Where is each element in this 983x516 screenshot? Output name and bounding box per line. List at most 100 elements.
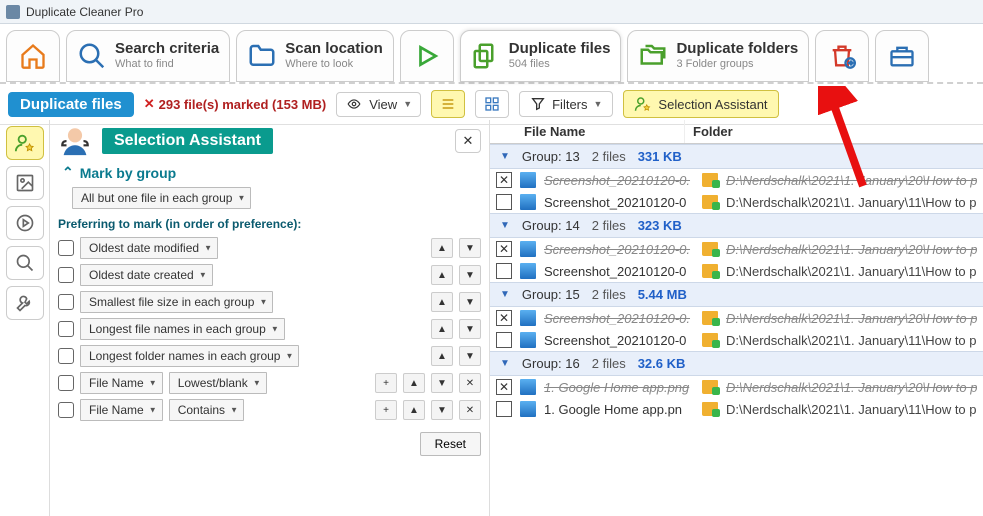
remove-button[interactable]: ✕ — [459, 373, 481, 393]
criterion-dropdown[interactable]: Oldest date modified — [80, 237, 218, 259]
close-panel-button[interactable]: ✕ — [455, 129, 481, 153]
move-up-button[interactable]: ▲ — [431, 238, 453, 258]
criterion-checkbox[interactable] — [58, 375, 74, 391]
group-file-count: 2 files — [592, 149, 626, 164]
mark-checkbox[interactable] — [496, 263, 512, 279]
group-header[interactable]: ▼ Group: 16 2 files 32.6 KB — [490, 351, 983, 376]
file-row[interactable]: Screenshot_20210120-0 D:\Nerdschalk\2021… — [490, 260, 983, 282]
collapse-triangle-icon: ▼ — [500, 289, 510, 300]
mark-checkbox[interactable] — [496, 332, 512, 348]
file-row[interactable]: Screenshot_20210120-0 D:\Nerdschalk\2021… — [490, 329, 983, 351]
criterion-checkbox[interactable] — [58, 348, 74, 364]
col-folder[interactable]: Folder — [685, 120, 983, 143]
move-up-button[interactable]: ▲ — [431, 292, 453, 312]
criterion-dropdown[interactable]: Smallest file size in each group — [80, 291, 273, 313]
col-file-name[interactable]: File Name — [490, 120, 685, 143]
side-search[interactable] — [6, 246, 44, 280]
person-star-icon — [14, 132, 36, 154]
move-down-button[interactable]: ▼ — [459, 238, 481, 258]
remove-button[interactable]: ✕ — [459, 400, 481, 420]
group-label: Group: 13 — [522, 149, 580, 164]
file-row[interactable]: ✕ Screenshot_20210120-0. D:\Nerdschalk\2… — [490, 169, 983, 191]
mark-checkbox[interactable] — [496, 194, 512, 210]
criterion-dropdown[interactable]: Oldest date created — [80, 264, 213, 286]
eye-icon — [345, 97, 363, 111]
move-up-button[interactable]: ▲ — [403, 400, 425, 420]
move-down-button[interactable]: ▼ — [431, 400, 453, 420]
folder-cell: D:\Nerdschalk\2021\1. January\20\How to … — [726, 380, 977, 395]
collapse-icon: ⌃ — [62, 164, 74, 181]
criterion-checkbox[interactable] — [58, 402, 74, 418]
image-icon — [15, 173, 35, 193]
criterion-checkbox[interactable] — [58, 294, 74, 310]
add-button[interactable]: + — [375, 400, 397, 420]
move-up-button[interactable]: ▲ — [431, 346, 453, 366]
titlebar: Duplicate Cleaner Pro — [0, 0, 983, 24]
side-selection-assistant[interactable] — [6, 126, 44, 160]
panel-title: Selection Assistant — [102, 128, 273, 154]
mark-checkbox[interactable]: ✕ — [496, 379, 512, 395]
tab-title: Duplicate files — [509, 40, 611, 58]
duplicate-folders-tab[interactable]: Duplicate folders 3 Folder groups — [627, 30, 809, 82]
file-row[interactable]: ✕ 1. Google Home app.png D:\Nerdschalk\2… — [490, 376, 983, 398]
group-header[interactable]: ▼ Group: 13 2 files 331 KB — [490, 144, 983, 169]
selection-assistant-panel: Selection Assistant ✕ ⌃ Mark by group Al… — [50, 120, 490, 516]
add-button[interactable]: + — [375, 373, 397, 393]
toolbox-tab[interactable] — [875, 30, 929, 82]
selection-assistant-button[interactable]: Selection Assistant — [623, 90, 778, 118]
group-mode-dropdown[interactable]: All but one file in each group — [72, 187, 251, 209]
criterion-checkbox[interactable] — [58, 267, 74, 283]
tab-title: Scan location — [285, 40, 383, 58]
mark-checkbox[interactable]: ✕ — [496, 241, 512, 257]
criterion-dropdown[interactable]: Longest file names in each group — [80, 318, 285, 340]
criterion-dropdown[interactable]: Longest folder names in each group — [80, 345, 299, 367]
criterion-operator-dropdown[interactable]: Contains — [169, 399, 244, 421]
folder-path-icon — [702, 173, 718, 187]
side-image-preview[interactable] — [6, 166, 44, 200]
criterion-row: Oldest date modified ▲ ▼ — [58, 237, 481, 259]
criterion-checkbox[interactable] — [58, 321, 74, 337]
list-view-button[interactable] — [431, 90, 465, 118]
side-media-preview[interactable] — [6, 206, 44, 240]
view-dropdown[interactable]: View ▼ — [336, 92, 421, 117]
home-tab[interactable] — [6, 30, 60, 82]
move-down-button[interactable]: ▼ — [459, 265, 481, 285]
criterion-operator-dropdown[interactable]: Lowest/blank — [169, 372, 267, 394]
file-row[interactable]: 1. Google Home app.pn D:\Nerdschalk\2021… — [490, 398, 983, 420]
move-up-button[interactable]: ▲ — [431, 319, 453, 339]
move-up-button[interactable]: ▲ — [403, 373, 425, 393]
mark-checkbox[interactable]: ✕ — [496, 310, 512, 326]
scan-location-tab[interactable]: Scan location Where to look — [236, 30, 394, 82]
tab-subtitle: Where to look — [285, 58, 383, 71]
delete-tab[interactable] — [815, 30, 869, 82]
move-down-button[interactable]: ▼ — [459, 319, 481, 339]
run-tab[interactable] — [400, 30, 454, 82]
criterion-field-dropdown[interactable]: File Name — [80, 399, 163, 421]
file-row[interactable]: Screenshot_20210120-0 D:\Nerdschalk\2021… — [490, 191, 983, 213]
file-row[interactable]: ✕ Screenshot_20210120-0. D:\Nerdschalk\2… — [490, 307, 983, 329]
mark-checkbox[interactable]: ✕ — [496, 172, 512, 188]
group-header[interactable]: ▼ Group: 14 2 files 323 KB — [490, 213, 983, 238]
search-criteria-tab[interactable]: Search criteria What to find — [66, 30, 230, 82]
criterion-row: Longest file names in each group ▲ ▼ — [58, 318, 481, 340]
sel-assist-label: Selection Assistant — [658, 97, 767, 112]
move-up-button[interactable]: ▲ — [431, 265, 453, 285]
side-tools[interactable] — [6, 286, 44, 320]
reset-button[interactable]: Reset — [420, 432, 481, 456]
move-down-button[interactable]: ▼ — [459, 346, 481, 366]
file-row[interactable]: ✕ Screenshot_20210120-0. D:\Nerdschalk\2… — [490, 238, 983, 260]
filters-dropdown[interactable]: Filters ▼ — [519, 91, 613, 117]
move-down-button[interactable]: ▼ — [459, 292, 481, 312]
criterion-checkbox[interactable] — [58, 240, 74, 256]
criterion-row: Smallest file size in each group ▲ ▼ — [58, 291, 481, 313]
folder-cell: D:\Nerdschalk\2021\1. January\11\How to … — [726, 402, 977, 417]
home-icon — [18, 41, 48, 71]
criterion-field-dropdown[interactable]: File Name — [80, 372, 163, 394]
mark-by-group-heading[interactable]: ⌃ Mark by group — [62, 164, 481, 181]
duplicate-files-tab[interactable]: Duplicate files 504 files — [460, 30, 622, 82]
group-header[interactable]: ▼ Group: 15 2 files 5.44 MB — [490, 282, 983, 307]
grid-view-button[interactable] — [475, 90, 509, 118]
mark-checkbox[interactable] — [496, 401, 512, 417]
collapse-triangle-icon: ▼ — [500, 220, 510, 231]
move-down-button[interactable]: ▼ — [431, 373, 453, 393]
